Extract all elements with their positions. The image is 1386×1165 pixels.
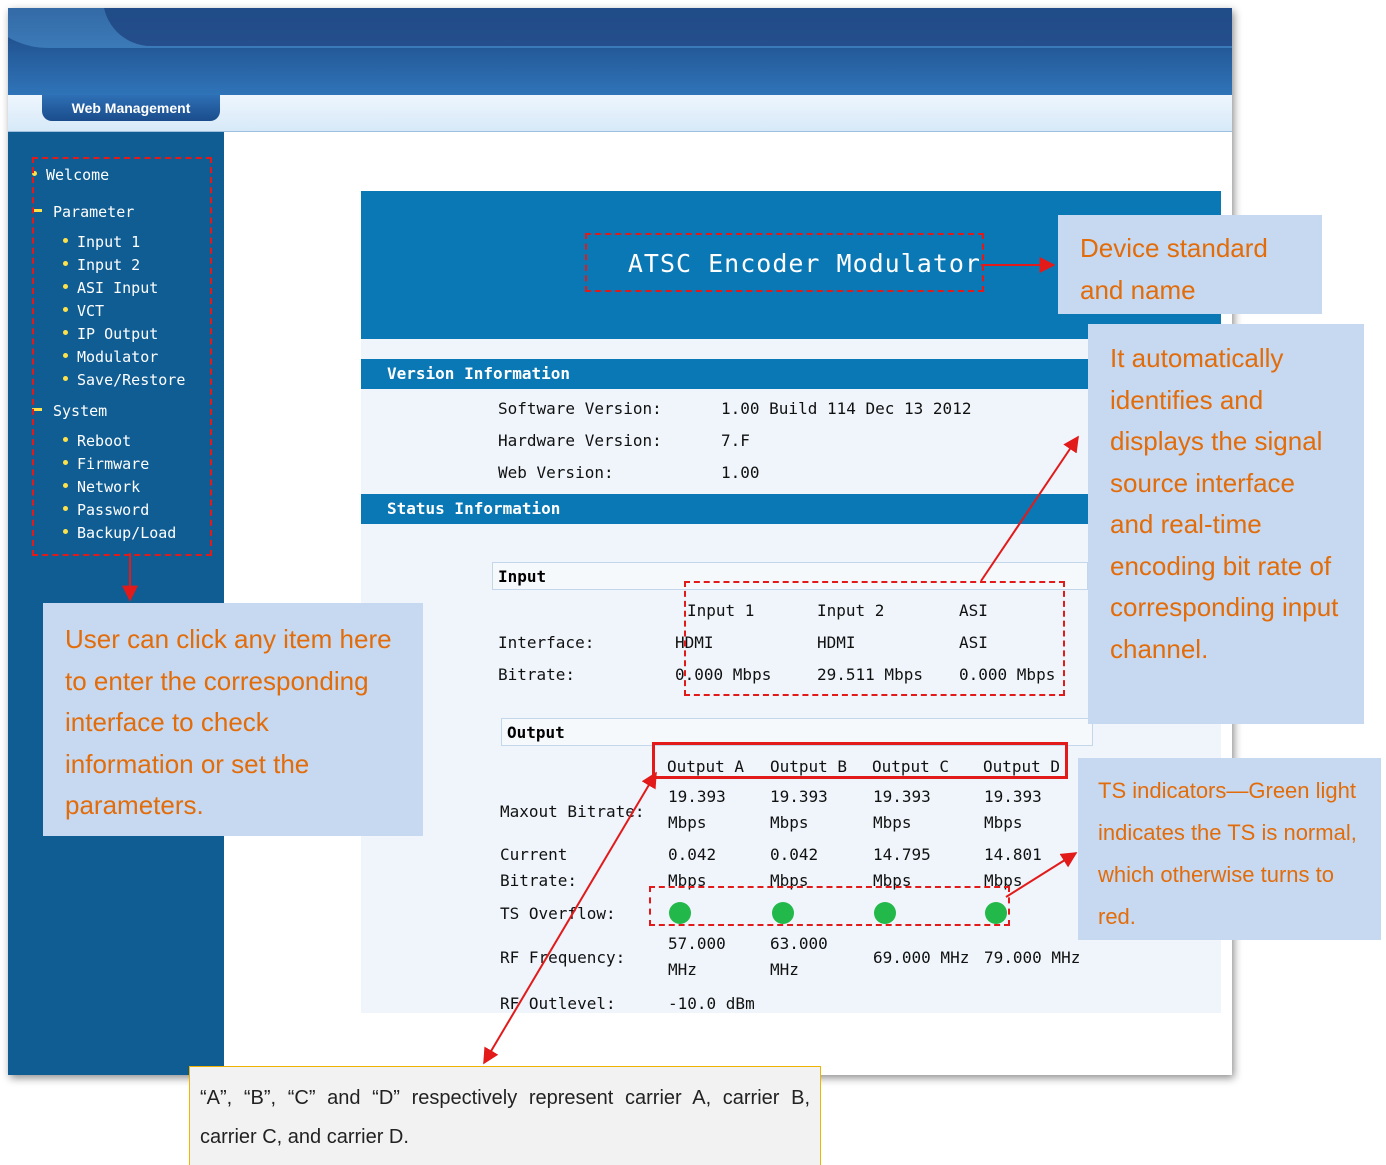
annotation-arrows	[122, 257, 1079, 1065]
carrier-arrow	[483, 771, 657, 1065]
ts-arrow	[1005, 852, 1078, 898]
input-arrow	[980, 435, 1079, 582]
